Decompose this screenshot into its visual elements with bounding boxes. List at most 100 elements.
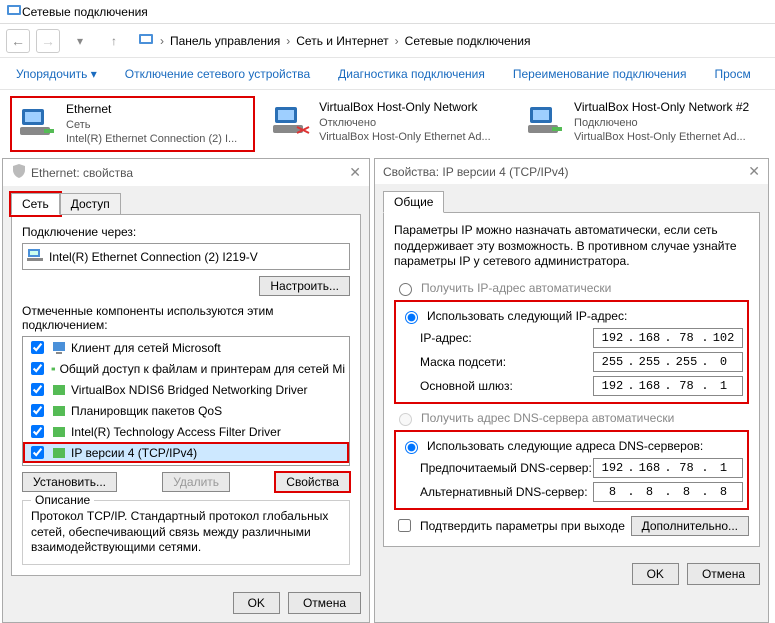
cancel-button[interactable]: Отмена	[687, 563, 760, 585]
list-item[interactable]: Протокол мультиплексора сетевого адаптер…	[23, 463, 349, 466]
properties-button[interactable]: Свойства	[275, 472, 350, 492]
network-adapter-icon	[27, 247, 43, 266]
item-checkbox[interactable]	[31, 362, 44, 375]
list-item[interactable]: VirtualBox NDIS6 Bridged Networking Driv…	[23, 379, 349, 400]
window-title: Сетевые подключения	[22, 5, 148, 19]
shield-icon	[11, 163, 27, 182]
radio-label: Использовать следующий IP-адрес:	[427, 309, 627, 323]
organize-menu[interactable]: Упорядочить ▾	[16, 67, 97, 81]
close-icon[interactable]: ✕	[349, 164, 361, 181]
rename-button[interactable]: Переименование подключения	[513, 67, 687, 81]
view-menu[interactable]: Просм	[714, 67, 750, 81]
up-button[interactable]: ↑	[104, 31, 124, 51]
control-panel-icon	[6, 2, 22, 21]
preferred-dns-input[interactable]: 192.168.78.1	[593, 458, 743, 478]
remove-button: Удалить	[162, 472, 230, 492]
adapter-driver: VirtualBox Host-Only Ethernet Ad...	[319, 130, 491, 144]
adapter-item-vbox1[interactable]: VirtualBox Host-Only Network Отключено V…	[265, 96, 510, 152]
description-group: Описание Протокол TCP/IP. Стандартный пр…	[22, 500, 350, 565]
command-bar: Упорядочить ▾ Отключение сетевого устрой…	[0, 58, 775, 90]
ok-button[interactable]: OK	[632, 563, 679, 585]
radio-input[interactable]	[405, 441, 418, 454]
radio-label: Использовать следующие адреса DNS-сервер…	[427, 439, 703, 453]
connect-using-label: Подключение через:	[22, 225, 350, 239]
adapter-field: Intel(R) Ethernet Connection (2) I219-V	[22, 243, 350, 270]
breadcrumb-item[interactable]: Панель управления	[170, 34, 280, 48]
preferred-dns-label: Предпочитаемый DNS-сервер:	[400, 461, 593, 475]
install-button[interactable]: Установить...	[22, 472, 117, 492]
obtain-ip-auto-radio[interactable]: Получить IP-адрес автоматически	[394, 280, 749, 296]
ip-address-input[interactable]: 192.168.78.102	[593, 328, 743, 348]
adapter-item-vbox2[interactable]: VirtualBox Host-Only Network #2 Подключе…	[520, 96, 765, 152]
dialog-title: Свойства: IP версии 4 (TCP/IPv4)	[383, 165, 569, 179]
tab-general[interactable]: Общие	[383, 191, 444, 213]
button-label: Отмена	[303, 596, 346, 610]
ip-section: Использовать следующий IP-адрес: IP-адре…	[394, 300, 749, 404]
breadcrumb-item[interactable]: Сеть и Интернет	[296, 34, 388, 48]
tab-strip: Сеть Доступ	[11, 186, 361, 215]
advanced-button[interactable]: Дополнительно...	[631, 516, 749, 536]
address-bar[interactable]: › Панель управления › Сеть и Интернет › …	[134, 28, 769, 54]
item-label: IP версии 4 (TCP/IPv4)	[71, 446, 197, 460]
checkbox-input[interactable]	[398, 519, 411, 532]
disable-device-button[interactable]: Отключение сетевого устройства	[125, 67, 310, 81]
list-item-ipv4[interactable]: IP версии 4 (TCP/IPv4)	[23, 442, 349, 463]
service-icon	[51, 361, 56, 377]
radio-input	[399, 413, 412, 426]
cancel-button[interactable]: Отмена	[288, 592, 361, 614]
use-dns-radio[interactable]: Использовать следующие адреса DNS-сервер…	[400, 438, 743, 454]
list-item[interactable]: Общий доступ к файлам и принтерам для се…	[23, 358, 349, 379]
control-panel-icon	[138, 31, 154, 50]
item-checkbox[interactable]	[31, 446, 44, 459]
tab-access[interactable]: Доступ	[60, 193, 121, 215]
radio-input[interactable]	[399, 283, 412, 296]
item-label: Клиент для сетей Microsoft	[71, 341, 221, 355]
adapter-status: Сеть	[66, 118, 237, 132]
breadcrumb-item[interactable]: Сетевые подключения	[405, 34, 531, 48]
list-item[interactable]: Планировщик пакетов QoS	[23, 400, 349, 421]
list-item[interactable]: Intel(R) Technology Access Filter Driver	[23, 421, 349, 442]
list-item[interactable]: Клиент для сетей Microsoft	[23, 337, 349, 358]
forward-button[interactable]: →	[36, 29, 60, 53]
components-list[interactable]: Клиент для сетей Microsoft Общий доступ …	[22, 336, 350, 466]
ok-button[interactable]: OK	[233, 592, 280, 614]
radio-input[interactable]	[405, 311, 418, 324]
item-checkbox[interactable]	[31, 404, 44, 417]
breadcrumb-sep: ›	[160, 34, 164, 48]
item-checkbox[interactable]	[31, 341, 44, 354]
intro-text: Параметры IP можно назначать автоматичес…	[394, 223, 749, 270]
adapter-item-ethernet[interactable]: Ethernet Сеть Intel(R) Ethernet Connecti…	[10, 96, 255, 152]
network-adapter-icon	[18, 102, 58, 142]
components-label: Отмеченные компоненты используются этим …	[22, 304, 350, 332]
description-text: Протокол TCP/IP. Стандартный протокол гл…	[31, 509, 341, 556]
item-checkbox[interactable]	[31, 425, 44, 438]
radio-label: Получить IP-адрес автоматически	[421, 281, 611, 295]
subnet-mask-input[interactable]: 255.255.255.0	[593, 352, 743, 372]
configure-button[interactable]: Настроить...	[259, 276, 350, 296]
adapter-name: VirtualBox Host-Only Network	[319, 100, 491, 116]
validate-on-exit-checkbox[interactable]: Подтвердить параметры при выходе	[394, 516, 631, 535]
nav-row: ← → ▾ ↑ › Панель управления › Сеть и Инт…	[0, 24, 775, 58]
default-gateway-label: Основной шлюз:	[400, 379, 593, 393]
ethernet-properties-dialog: Ethernet: свойства ✕ Сеть Доступ Подключ…	[2, 158, 370, 623]
tab-label: Доступ	[71, 197, 110, 211]
alternate-dns-input[interactable]: 8.8.8.8	[593, 482, 743, 502]
description-legend: Описание	[31, 493, 94, 507]
adapter-driver: Intel(R) Ethernet Connection (2) I...	[66, 132, 237, 146]
use-ip-radio[interactable]: Использовать следующий IP-адрес:	[400, 308, 743, 324]
window-titlebar: Сетевые подключения	[0, 0, 775, 24]
item-label: Планировщик пакетов QoS	[71, 404, 222, 418]
item-checkbox[interactable]	[31, 383, 44, 396]
default-gateway-input[interactable]: 192.168.78.1	[593, 376, 743, 396]
breadcrumb-sep: ›	[395, 34, 399, 48]
button-label: Удалить	[173, 475, 219, 489]
tab-label: Общие	[394, 195, 433, 209]
recent-locations-button[interactable]: ▾	[70, 31, 90, 51]
adapter-name: VirtualBox Host-Only Network #2	[574, 100, 749, 116]
button-label: Отмена	[702, 567, 745, 581]
back-button[interactable]: ←	[6, 29, 30, 53]
close-icon[interactable]: ✕	[748, 163, 760, 180]
tab-network[interactable]: Сеть	[11, 193, 60, 215]
diagnose-button[interactable]: Диагностика подключения	[338, 67, 485, 81]
dialog-titlebar: Свойства: IP версии 4 (TCP/IPv4) ✕	[375, 159, 768, 184]
